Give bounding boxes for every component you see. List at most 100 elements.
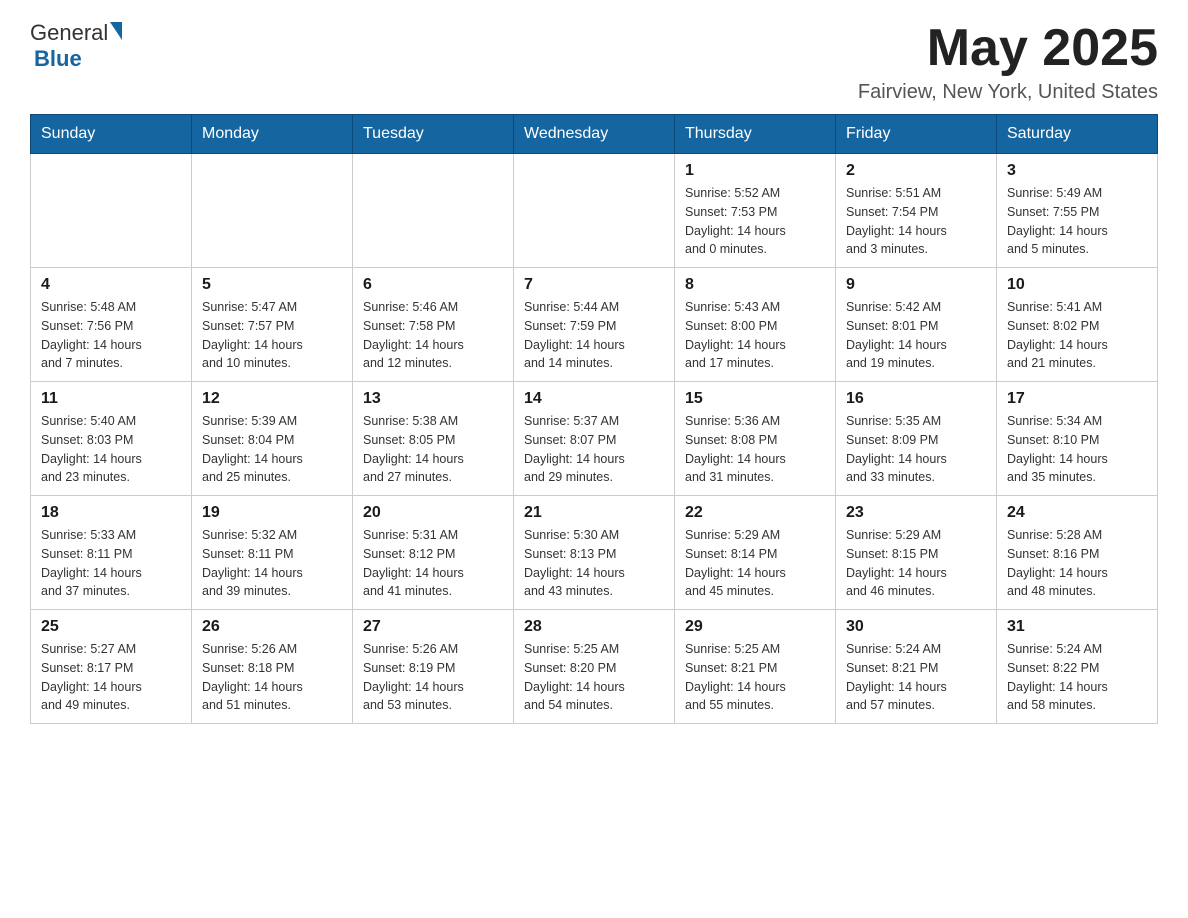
calendar-cell: 11Sunrise: 5:40 AMSunset: 8:03 PMDayligh… — [31, 382, 192, 496]
logo: General Blue — [30, 20, 122, 72]
calendar-cell: 21 Sunrise: 5:30 AMSunset: 8:13 PMDayligh… — [514, 496, 675, 610]
day-info: Sunrise: 5:46 AMSunset: 7:58 PMDaylight:… — [363, 298, 503, 373]
day-info: Sunrise: 5:52 AMSunset: 7:53 PMDaylight:… — [685, 184, 825, 259]
month-title: May 2025 — [858, 20, 1158, 77]
day-info: Sunrise: 5:24 AMSunset: 8:21 PMDaylight:… — [846, 640, 986, 715]
day-number: 31 — [1007, 618, 1147, 636]
day-number: 21 — [524, 504, 664, 522]
day-number: 10 — [1007, 276, 1147, 294]
header-sunday: Sunday — [31, 115, 192, 154]
day-number: 25 — [41, 618, 181, 636]
calendar-cell: 24Sunrise: 5:28 AMSunset: 8:16 PMDayligh… — [997, 496, 1158, 610]
day-number: 20 — [363, 504, 503, 522]
calendar-week-row: 11Sunrise: 5:40 AMSunset: 8:03 PMDayligh… — [31, 382, 1158, 496]
day-number: 7 — [524, 276, 664, 294]
day-info: Sunrise: 5:43 AMSunset: 8:00 PMDaylight:… — [685, 298, 825, 373]
day-number: 1 — [685, 162, 825, 180]
calendar-table: Sunday Monday Tuesday Wednesday Thursday… — [30, 114, 1158, 724]
calendar-cell — [31, 154, 192, 268]
day-number: 30 — [846, 618, 986, 636]
calendar-cell: 18Sunrise: 5:33 AMSunset: 8:11 PMDayligh… — [31, 496, 192, 610]
day-info: Sunrise: 5:36 AMSunset: 8:08 PMDaylight:… — [685, 412, 825, 487]
day-number: 14 — [524, 390, 664, 408]
title-area: May 2025 Fairview, New York, United Stat… — [858, 20, 1158, 104]
calendar-cell: 29Sunrise: 5:25 AMSunset: 8:21 PMDayligh… — [675, 610, 836, 724]
header-wednesday: Wednesday — [514, 115, 675, 154]
logo-general-text: General — [30, 20, 108, 46]
header-friday: Friday — [836, 115, 997, 154]
day-header-row: Sunday Monday Tuesday Wednesday Thursday… — [31, 115, 1158, 154]
calendar-cell: 15Sunrise: 5:36 AMSunset: 8:08 PMDayligh… — [675, 382, 836, 496]
day-number: 22 — [685, 504, 825, 522]
calendar-week-row: 4 Sunrise: 5:48 AMSunset: 7:56 PMDaylight… — [31, 268, 1158, 382]
day-info: Sunrise: 5:31 AMSunset: 8:12 PMDaylight:… — [363, 526, 503, 601]
day-info: Sunrise: 5:32 AMSunset: 8:11 PMDaylight:… — [202, 526, 342, 601]
calendar-cell: 27 Sunrise: 5:26 AMSunset: 8:19 PMDayligh… — [353, 610, 514, 724]
calendar-cell: 1 Sunrise: 5:52 AMSunset: 7:53 PMDaylight… — [675, 154, 836, 268]
day-number: 4 — [41, 276, 181, 294]
calendar-cell: 25 Sunrise: 5:27 AMSunset: 8:17 PMDayligh… — [31, 610, 192, 724]
header-tuesday: Tuesday — [353, 115, 514, 154]
day-number: 26 — [202, 618, 342, 636]
day-number: 23 — [846, 504, 986, 522]
calendar-cell: 17Sunrise: 5:34 AMSunset: 8:10 PMDayligh… — [997, 382, 1158, 496]
header-saturday: Saturday — [997, 115, 1158, 154]
calendar-cell: 4 Sunrise: 5:48 AMSunset: 7:56 PMDaylight… — [31, 268, 192, 382]
day-number: 8 — [685, 276, 825, 294]
calendar-cell: 8 Sunrise: 5:43 AMSunset: 8:00 PMDaylight… — [675, 268, 836, 382]
day-number: 11 — [41, 390, 181, 408]
calendar-cell — [192, 154, 353, 268]
calendar-week-row: 1 Sunrise: 5:52 AMSunset: 7:53 PMDaylight… — [31, 154, 1158, 268]
logo-triangle-icon — [110, 22, 122, 40]
calendar-cell: 13Sunrise: 5:38 AMSunset: 8:05 PMDayligh… — [353, 382, 514, 496]
calendar-cell: 6 Sunrise: 5:46 AMSunset: 7:58 PMDaylight… — [353, 268, 514, 382]
day-info: Sunrise: 5:48 AMSunset: 7:56 PMDaylight:… — [41, 298, 181, 373]
day-number: 9 — [846, 276, 986, 294]
day-info: Sunrise: 5:42 AMSunset: 8:01 PMDaylight:… — [846, 298, 986, 373]
day-info: Sunrise: 5:26 AMSunset: 8:19 PMDaylight:… — [363, 640, 503, 715]
calendar-cell: 28 Sunrise: 5:25 AMSunset: 8:20 PMDayligh… — [514, 610, 675, 724]
day-info: Sunrise: 5:44 AMSunset: 7:59 PMDaylight:… — [524, 298, 664, 373]
day-info: Sunrise: 5:39 AMSunset: 8:04 PMDaylight:… — [202, 412, 342, 487]
day-info: Sunrise: 5:49 AMSunset: 7:55 PMDaylight:… — [1007, 184, 1147, 259]
calendar-cell — [514, 154, 675, 268]
calendar-week-row: 25 Sunrise: 5:27 AMSunset: 8:17 PMDayligh… — [31, 610, 1158, 724]
calendar-cell: 30 Sunrise: 5:24 AMSunset: 8:21 PMDayligh… — [836, 610, 997, 724]
day-number: 27 — [363, 618, 503, 636]
calendar-cell: 16Sunrise: 5:35 AMSunset: 8:09 PMDayligh… — [836, 382, 997, 496]
day-number: 5 — [202, 276, 342, 294]
calendar-cell: 9 Sunrise: 5:42 AMSunset: 8:01 PMDaylight… — [836, 268, 997, 382]
day-number: 13 — [363, 390, 503, 408]
calendar-cell: 12Sunrise: 5:39 AMSunset: 8:04 PMDayligh… — [192, 382, 353, 496]
day-number: 19 — [202, 504, 342, 522]
calendar-cell: 3Sunrise: 5:49 AMSunset: 7:55 PMDaylight… — [997, 154, 1158, 268]
day-number: 6 — [363, 276, 503, 294]
calendar-cell: 23Sunrise: 5:29 AMSunset: 8:15 PMDayligh… — [836, 496, 997, 610]
header-thursday: Thursday — [675, 115, 836, 154]
calendar-cell: 2Sunrise: 5:51 AMSunset: 7:54 PMDaylight… — [836, 154, 997, 268]
day-info: Sunrise: 5:27 AMSunset: 8:17 PMDaylight:… — [41, 640, 181, 715]
day-info: Sunrise: 5:29 AMSunset: 8:14 PMDaylight:… — [685, 526, 825, 601]
day-info: Sunrise: 5:41 AMSunset: 8:02 PMDaylight:… — [1007, 298, 1147, 373]
location-subtitle: Fairview, New York, United States — [858, 81, 1158, 104]
calendar-cell: 7 Sunrise: 5:44 AMSunset: 7:59 PMDaylight… — [514, 268, 675, 382]
day-info: Sunrise: 5:33 AMSunset: 8:11 PMDaylight:… — [41, 526, 181, 601]
day-info: Sunrise: 5:24 AMSunset: 8:22 PMDaylight:… — [1007, 640, 1147, 715]
calendar-cell — [353, 154, 514, 268]
calendar-cell: 31 Sunrise: 5:24 AMSunset: 8:22 PMDayligh… — [997, 610, 1158, 724]
calendar-cell: 20 Sunrise: 5:31 AMSunset: 8:12 PMDayligh… — [353, 496, 514, 610]
day-number: 2 — [846, 162, 986, 180]
day-info: Sunrise: 5:30 AMSunset: 8:13 PMDaylight:… — [524, 526, 664, 601]
day-info: Sunrise: 5:47 AMSunset: 7:57 PMDaylight:… — [202, 298, 342, 373]
day-info: Sunrise: 5:25 AMSunset: 8:20 PMDaylight:… — [524, 640, 664, 715]
day-number: 17 — [1007, 390, 1147, 408]
page-header: General Blue May 2025 Fairview, New York… — [30, 20, 1158, 104]
calendar-cell: 26 Sunrise: 5:26 AMSunset: 8:18 PMDayligh… — [192, 610, 353, 724]
day-number: 24 — [1007, 504, 1147, 522]
day-number: 16 — [846, 390, 986, 408]
day-number: 28 — [524, 618, 664, 636]
day-info: Sunrise: 5:26 AMSunset: 8:18 PMDaylight:… — [202, 640, 342, 715]
calendar-cell: 5 Sunrise: 5:47 AMSunset: 7:57 PMDaylight… — [192, 268, 353, 382]
day-number: 29 — [685, 618, 825, 636]
day-info: Sunrise: 5:37 AMSunset: 8:07 PMDaylight:… — [524, 412, 664, 487]
